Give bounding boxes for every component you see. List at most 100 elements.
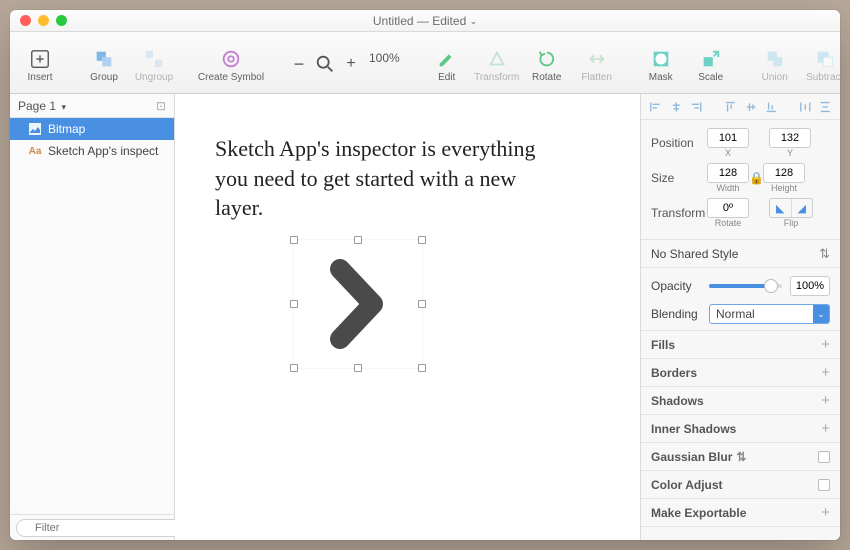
union-button[interactable]: Union [753,43,797,83]
zoom-out-button[interactable]: − [286,48,312,77]
flip-horizontal-button[interactable]: ◣ [770,199,792,217]
resize-handle-bl[interactable] [290,364,298,372]
height-input[interactable] [763,163,805,183]
align-center-v-icon[interactable] [745,100,758,114]
borders-section[interactable]: Borders+ [641,359,840,387]
slider-knob[interactable] [764,279,778,293]
opacity-label: Opacity [651,279,701,293]
rotate-button[interactable]: Rotate [525,43,569,83]
resize-handle-br[interactable] [418,364,426,372]
blending-value: Normal [716,307,755,321]
scale-button[interactable]: Scale [689,43,733,83]
appearance-panel: Opacity Blending Normal ⌄ [641,268,840,331]
fills-section[interactable]: Fills+ [641,331,840,359]
blur-enable-checkbox[interactable] [818,451,830,463]
minimize-window-button[interactable] [38,15,49,26]
group-label: Group [90,72,118,83]
selection-bounds[interactable] [293,239,423,369]
flip-vertical-button[interactable]: ◢ [792,199,813,217]
traffic-lights [10,15,67,26]
position-x-input[interactable] [707,128,749,148]
add-shadow-icon[interactable]: + [821,392,830,409]
page-dropdown-icon: ▾ [59,102,66,112]
close-window-button[interactable] [20,15,31,26]
create-symbol-button[interactable]: Create Symbol [196,43,266,83]
layers-sidebar: Page 1 ▾ ⊡ Bitmap Aa Sketch App's inspec… [10,94,175,540]
zoom-in-button[interactable]: + [338,48,364,77]
page-selector[interactable]: Page 1 ▾ ⊡ [10,94,174,118]
add-inner-shadow-icon[interactable]: + [821,420,830,437]
updown-icon: ⇅ [736,450,746,464]
edit-label: Edit [438,72,455,83]
flatten-button[interactable]: Flatten [575,43,619,83]
scale-icon [700,48,722,70]
make-exportable-section[interactable]: Make Exportable+ [641,499,840,527]
resize-handle-mr[interactable] [418,300,426,308]
rotate-input[interactable] [707,198,749,218]
width-sublabel: Width [716,183,739,193]
resize-handle-tl[interactable] [290,236,298,244]
add-fill-icon[interactable]: + [821,336,830,353]
transform-button[interactable]: Transform [475,43,519,83]
align-center-h-icon[interactable] [670,100,683,114]
resize-handle-bm[interactable] [354,364,362,372]
layer-item-bitmap[interactable]: Bitmap [10,118,174,140]
titlebar[interactable]: Untitled — Edited ⌄ [10,10,840,32]
add-border-icon[interactable]: + [821,364,830,381]
align-left-icon[interactable] [649,100,662,114]
insert-icon [29,48,51,70]
canvas-text-layer[interactable]: Sketch App's inspector is everything you… [215,134,555,223]
opacity-input[interactable] [790,276,830,296]
window-title-text: Untitled — Edited [373,14,466,28]
updown-icon: ⇅ [819,246,830,262]
inner-shadows-section[interactable]: Inner Shadows+ [641,415,840,443]
distribute-h-icon[interactable] [799,100,812,114]
insert-button[interactable]: Insert [18,43,62,83]
zoom-window-button[interactable] [56,15,67,26]
mask-button[interactable]: Mask [639,43,683,83]
lock-aspect-icon[interactable]: 🔒 [749,171,763,185]
shadows-section[interactable]: Shadows + [641,387,840,415]
ungroup-button[interactable]: Ungroup [132,43,176,83]
group-button[interactable]: Group [82,43,126,83]
subtract-icon [814,48,836,70]
color-adjust-section[interactable]: Color Adjust [641,471,840,499]
alignment-row [641,94,840,120]
align-bottom-icon[interactable] [765,100,778,114]
zoom-reset-button[interactable] [312,48,338,77]
layer-item-text[interactable]: Aa Sketch App's inspect [10,140,174,162]
layer-filter-input[interactable] [16,519,184,537]
gaussian-blur-section[interactable]: Gaussian Blur⇅ [641,443,840,471]
rotate-label: Rotate [532,72,561,83]
align-right-icon[interactable] [690,100,703,114]
group-icon [93,48,115,70]
collapse-pages-icon[interactable]: ⊡ [156,99,166,113]
subtract-button[interactable]: Subtract [803,43,840,83]
distribute-v-icon[interactable] [819,100,832,114]
window-title[interactable]: Untitled — Edited ⌄ [10,14,840,28]
add-export-icon[interactable]: + [821,504,830,521]
blending-select[interactable]: Normal ⌄ [709,304,830,324]
color-adjust-checkbox[interactable] [818,479,830,491]
shadows-label: Shadows [651,394,704,408]
union-icon [764,48,786,70]
resize-handle-tr[interactable] [418,236,426,244]
mask-label: Mask [649,72,673,83]
position-y-input[interactable] [769,128,811,148]
mask-icon [650,48,672,70]
page-label: Page 1 [18,99,56,113]
canvas[interactable]: Sketch App's inspector is everything you… [175,94,640,540]
align-top-icon[interactable] [724,100,737,114]
shared-style-select[interactable]: No Shared Style ⇅ [641,240,840,268]
ungroup-label: Ungroup [135,72,173,83]
insert-label: Insert [27,72,52,83]
sidebar-footer: 🔍 ✎0 [10,514,174,540]
edit-button[interactable]: Edit [425,43,469,83]
width-input[interactable] [707,163,749,183]
opacity-slider[interactable] [709,284,782,288]
shared-style-value: No Shared Style [651,247,738,261]
resize-handle-ml[interactable] [290,300,298,308]
transform-label: Transform [651,206,707,220]
resize-handle-tm[interactable] [354,236,362,244]
transform-label: Transform [474,72,519,83]
